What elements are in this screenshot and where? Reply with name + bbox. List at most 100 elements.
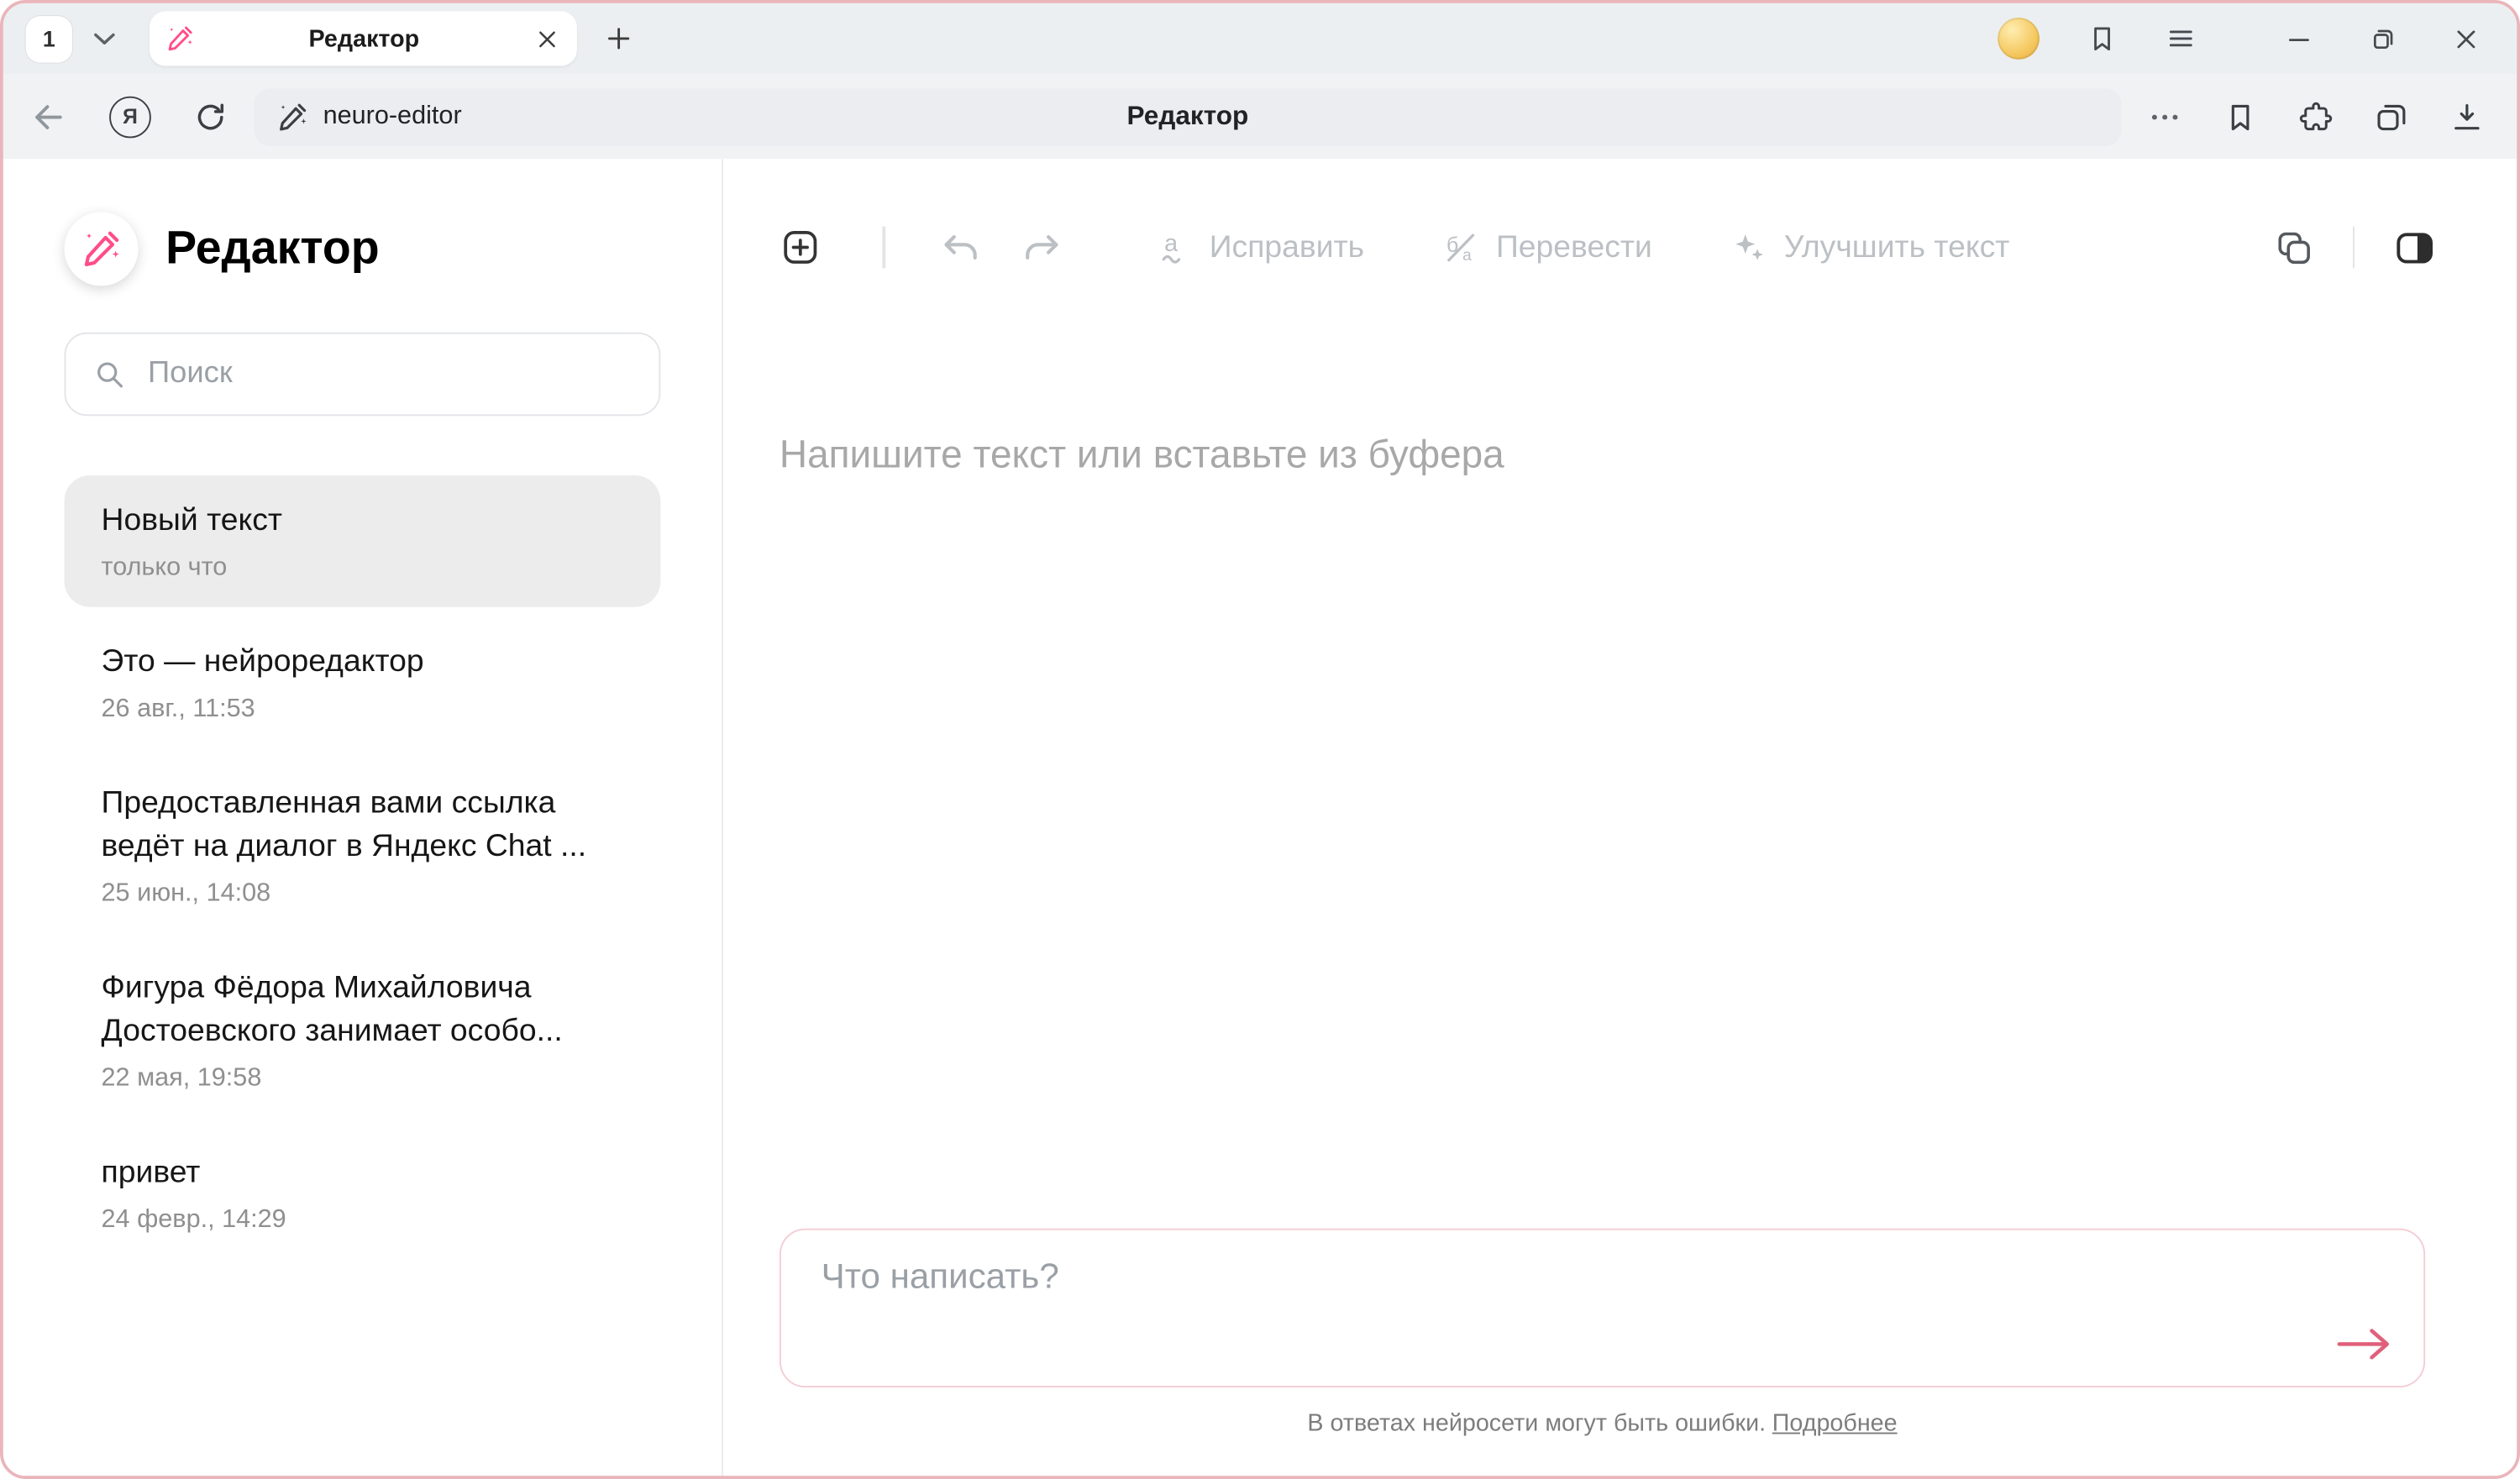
disclaimer-text: В ответах нейросети могут быть ошибки. [1307,1410,1766,1438]
page-title: Редактор [1126,101,1248,131]
download-icon [2449,99,2485,134]
prompt-box[interactable] [780,1229,2425,1387]
bookmark-button[interactable] [2223,99,2258,134]
puzzle-icon [2298,99,2334,134]
undo-icon [939,227,981,269]
search-icon [93,358,125,390]
copy-icon [2273,228,2313,268]
document-title: Это — нейроредактор [102,641,624,684]
app-favicon-icon [165,24,194,53]
search-box[interactable] [65,333,661,416]
plus-square-icon [780,227,822,269]
fix-text-label: Исправить [1210,228,1364,265]
document-time: 26 авг., 11:53 [102,695,624,724]
document-list: Новый текст только что Это — нейроредакт… [65,475,661,1259]
collections-icon [2374,99,2409,134]
disclaimer-link[interactable]: Подробнее [1772,1410,1898,1438]
improve-text-button[interactable]: Улучшить текст [1730,228,2010,267]
new-tab-button[interactable] [602,23,634,55]
plus-icon [602,23,634,55]
toolbar-divider [882,227,885,269]
document-title: Новый текст [102,500,624,543]
document-list-item[interactable]: Фигура Фёдора Михайловича Достоевского з… [65,942,661,1117]
copy-button[interactable] [2273,228,2313,268]
sparkles-icon [1730,228,1768,267]
editor-panel: Исправить Перевести Улучшить текст [723,159,2517,1476]
profile-avatar[interactable] [1998,18,2040,60]
translate-button[interactable]: Перевести [1441,228,1652,267]
bookmark-flag-icon [2223,99,2258,134]
fix-text-button[interactable]: Исправить [1155,228,1364,267]
ai-disclaimer: В ответах нейросети могут быть ошибки.По… [780,1410,2425,1438]
toolbar-divider [2352,227,2355,269]
redo-icon [1020,227,1062,269]
browser-menu-button[interactable] [2165,23,2197,55]
tab-editor[interactable]: Редактор [150,11,577,66]
translate-icon [1441,228,1480,267]
document-title: Фигура Фёдора Михайловича Достоевского з… [102,967,624,1053]
spellcheck-icon [1155,228,1194,267]
editor-placeholder: Напишите текст или вставьте из буфера [780,433,1504,479]
bookmark-flag-icon [2086,23,2118,55]
tab-strip: 1 Редактор [3,3,2517,74]
sidebar: Редактор Новый текст только что Это — не… [3,159,723,1476]
browser-toolbar: Я neuro-editor Редактор [3,74,2517,159]
tab-title: Редактор [195,25,534,53]
send-button[interactable] [2334,1320,2395,1368]
minimize-button[interactable] [2284,24,2314,54]
new-document-button[interactable] [780,227,822,269]
app-logo-badge [65,212,139,286]
restore-button[interactable] [2367,24,2397,54]
restore-icon [2367,24,2397,54]
document-title: привет [102,1151,624,1195]
address-bar[interactable]: neuro-editor Редактор [254,87,2121,145]
arrow-right-icon [2334,1320,2395,1368]
tab-strip-right [1998,18,2494,60]
more-button[interactable] [2147,99,2182,134]
document-time: 25 июн., 14:08 [102,880,624,909]
downloads-button[interactable] [2449,99,2485,134]
refresh-button[interactable] [193,99,228,134]
browser-panel-button[interactable] [2086,23,2118,55]
tab-close-button[interactable] [533,25,561,53]
document-list-item[interactable]: Это — нейроредактор 26 авг., 11:53 [65,616,661,748]
app-title: Редактор [165,223,380,275]
minimize-icon [2284,24,2314,54]
prompt-input[interactable] [822,1252,2312,1363]
editor-area[interactable]: Напишите текст или вставьте из буфера [723,319,2517,1058]
undo-button[interactable] [939,227,981,269]
search-input[interactable] [144,355,632,394]
document-time: 22 мая, 19:58 [102,1065,624,1094]
document-list-item[interactable]: привет 24 февр., 14:29 [65,1127,661,1259]
document-list-item[interactable]: Новый текст только что [65,475,661,607]
extensions-button[interactable] [2298,99,2334,134]
page-content: Редактор Новый текст только что Это — не… [3,159,2517,1476]
translate-label: Перевести [1496,228,1652,265]
redo-button[interactable] [1020,227,1062,269]
site-favicon-icon [276,101,308,133]
tab-list-button[interactable] [87,21,122,56]
close-icon [533,25,561,53]
ya-letter: Я [123,104,138,128]
back-button[interactable] [29,97,67,136]
refresh-icon [193,99,228,134]
yandex-search-button[interactable]: Я [109,96,151,138]
collections-button[interactable] [2374,99,2409,134]
editor-toolbar: Исправить Перевести Улучшить текст [723,159,2517,282]
panel-toggle-button[interactable] [2393,226,2437,270]
ellipsis-icon [2147,99,2182,134]
browser-window: 1 Редактор [0,0,2520,1479]
hamburger-icon [2165,23,2197,55]
magic-pencil-icon [81,228,123,270]
panel-toggle-icon [2393,226,2437,270]
document-time: только что [102,554,624,583]
window-close-button[interactable] [2451,24,2481,54]
document-title: Предоставленная вами ссылка ведёт на диа… [102,782,624,868]
window-controls [2284,24,2481,54]
document-list-item[interactable]: Предоставленная вами ссылка ведёт на диа… [65,758,661,932]
screen: 1 Редактор [0,0,2520,1479]
tab-counter-button[interactable]: 1 [26,15,72,61]
tab-counter-label: 1 [43,26,55,52]
address-text: neuro-editor [323,102,462,130]
chevron-down-icon [87,21,122,56]
